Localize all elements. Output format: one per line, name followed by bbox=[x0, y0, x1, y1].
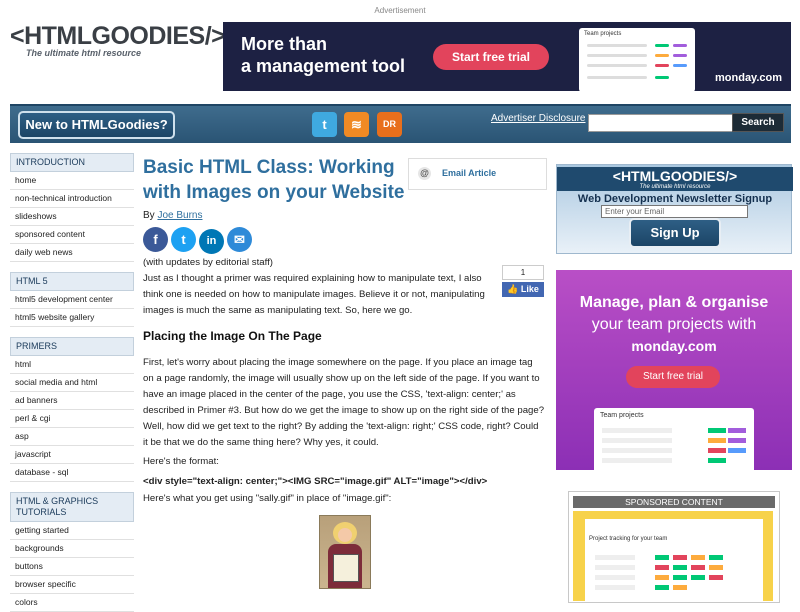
facebook-like-widget[interactable]: 1 👍 Like bbox=[502, 265, 544, 297]
code-example: <div style="text-align: center;"><IMG SR… bbox=[143, 476, 488, 487]
email-article-button[interactable]: @ Email Article bbox=[408, 158, 547, 190]
article-paragraph: First, let's worry about placing the ima… bbox=[143, 357, 545, 448]
sidebar-ad-preview-title: Team projects bbox=[600, 412, 644, 419]
sponsored-sheet-title: Project tracking for your team bbox=[589, 536, 668, 542]
search-button[interactable]: Search bbox=[732, 113, 784, 132]
nav-item[interactable]: ad banners bbox=[10, 392, 134, 410]
article-paragraph: Here's what you get using "sally.gif" in… bbox=[143, 493, 392, 504]
newsletter-tagline: The ultimate html resource bbox=[557, 183, 793, 191]
advertisement-label: Advertisement bbox=[374, 6, 426, 15]
search-input[interactable] bbox=[588, 114, 734, 132]
article-title: Basic HTML Class: Working with Images on… bbox=[143, 157, 405, 203]
nav-item[interactable]: browser specific bbox=[10, 576, 134, 594]
sponsored-image: Project tracking for your team bbox=[573, 511, 773, 601]
email-icon[interactable]: ✉ bbox=[227, 227, 252, 252]
like-button[interactable]: 👍 Like bbox=[502, 282, 544, 297]
nav-section-title: HTML 5 bbox=[10, 272, 134, 291]
sidebar-ad[interactable]: Manage, plan & organise your team projec… bbox=[556, 270, 792, 470]
share-icons: f t in ✉ bbox=[143, 227, 545, 255]
nav-item[interactable]: buttons bbox=[10, 558, 134, 576]
sidebar-ad-headline-1: Manage, plan & organise bbox=[579, 294, 769, 311]
sidebar-ad-headline-2: your team projects with bbox=[591, 316, 757, 333]
twitter-icon[interactable]: t bbox=[171, 227, 196, 252]
ad-headline-1: More than bbox=[241, 34, 328, 54]
advertiser-disclosure-link[interactable]: Advertiser Disclosure bbox=[491, 113, 585, 124]
ad-preview-board: Team projects bbox=[579, 28, 695, 91]
new-to-htmlgoodies-button[interactable]: New to HTMLGoodies? bbox=[18, 111, 175, 139]
sign-up-button[interactable]: Sign Up bbox=[629, 218, 721, 248]
article-paragraph: Here's the format: bbox=[143, 456, 219, 467]
nav-section-title: INTRODUCTION bbox=[10, 153, 134, 172]
ad-headline-2: a management tool bbox=[241, 56, 406, 76]
nav-item[interactable]: asp bbox=[10, 428, 134, 446]
author-link[interactable]: Joe Burns bbox=[157, 210, 202, 221]
nav-item[interactable]: slideshows bbox=[10, 208, 134, 226]
nav-item[interactable]: sponsored content bbox=[10, 226, 134, 244]
nav-item[interactable]: html5 development center bbox=[10, 291, 134, 309]
article: Basic HTML Class: Working with Images on… bbox=[143, 155, 547, 589]
logo-text: <HTMLGOODIES/> bbox=[10, 22, 226, 50]
newsletter-email-field[interactable]: Enter your Email bbox=[601, 205, 748, 218]
sidebar-ad-brand: monday.com bbox=[631, 338, 717, 354]
section-heading: Placing the Image On The Page bbox=[143, 329, 322, 343]
ad-preview-title: Team projects bbox=[584, 31, 622, 37]
nav-item[interactable]: social media and html bbox=[10, 374, 134, 392]
nav-item[interactable]: database - sql bbox=[10, 464, 134, 482]
nav-item[interactable]: javascript bbox=[10, 446, 134, 464]
top-banner-ad[interactable]: More than a management tool Start free t… bbox=[223, 22, 791, 91]
nav-section-title: PRIMERS bbox=[10, 337, 134, 356]
dr-icon[interactable]: DR bbox=[377, 112, 402, 137]
nav-item[interactable]: perl & cgi bbox=[10, 410, 134, 428]
article-paragraph: Just as I thought a primer was required … bbox=[143, 273, 485, 316]
at-sign-icon: @ bbox=[418, 167, 431, 180]
twitter-icon[interactable]: t bbox=[312, 112, 337, 137]
nav-item[interactable]: backgrounds bbox=[10, 540, 134, 558]
nav-section-title: HTML & GRAPHICS TUTORIALS bbox=[10, 492, 134, 522]
sponsored-header: SPONSORED CONTENT bbox=[573, 496, 775, 508]
left-navigation: INTRODUCTION home non-technical introduc… bbox=[10, 153, 134, 612]
facebook-icon[interactable]: f bbox=[143, 227, 168, 252]
byline: By Joe Burns bbox=[143, 210, 545, 221]
sidebar-ad-preview: Team projects bbox=[594, 408, 754, 470]
like-count: 1 bbox=[502, 265, 544, 280]
rss-icon[interactable]: ≋ bbox=[344, 112, 369, 137]
nav-item[interactable]: non-technical introduction bbox=[10, 190, 134, 208]
top-navbar: New to HTMLGoodies? t ≋ DR Advertiser Di… bbox=[10, 104, 791, 143]
right-sidebar: <HTMLGOODIES/> The ultimate html resourc… bbox=[556, 164, 793, 603]
nav-item[interactable]: colors bbox=[10, 594, 134, 612]
article-paragraph: (with updates by editorial staff) bbox=[143, 257, 273, 268]
thumbs-up-icon: 👍 bbox=[507, 284, 519, 294]
sidebar-ad-cta-button[interactable]: Start free trial bbox=[626, 366, 720, 388]
linkedin-icon[interactable]: in bbox=[199, 229, 224, 254]
by-label: By bbox=[143, 210, 155, 221]
nav-item[interactable]: getting started bbox=[10, 522, 134, 540]
newsletter-heading: Web Development Newsletter Signup bbox=[577, 193, 773, 205]
htmlgoodies-logo[interactable]: <HTMLGOODIES/> The ultimate html resourc… bbox=[10, 22, 226, 72]
newsletter-signup: <HTMLGOODIES/> The ultimate html resourc… bbox=[556, 164, 793, 254]
nav-item[interactable]: home bbox=[10, 172, 134, 190]
nav-item[interactable]: html bbox=[10, 356, 134, 374]
sponsored-sheet: Project tracking for your team bbox=[585, 519, 763, 601]
sally-image bbox=[319, 515, 371, 589]
sponsored-content[interactable]: SPONSORED CONTENT Project tracking for y… bbox=[568, 491, 780, 603]
email-article-label: Email Article bbox=[442, 168, 497, 178]
ad-brand: monday.com bbox=[715, 72, 783, 84]
nav-item[interactable]: html5 website gallery bbox=[10, 309, 134, 327]
nav-item[interactable]: daily web news bbox=[10, 244, 134, 262]
ad-start-trial-button[interactable]: Start free trial bbox=[433, 44, 549, 70]
like-label: Like bbox=[520, 284, 539, 294]
